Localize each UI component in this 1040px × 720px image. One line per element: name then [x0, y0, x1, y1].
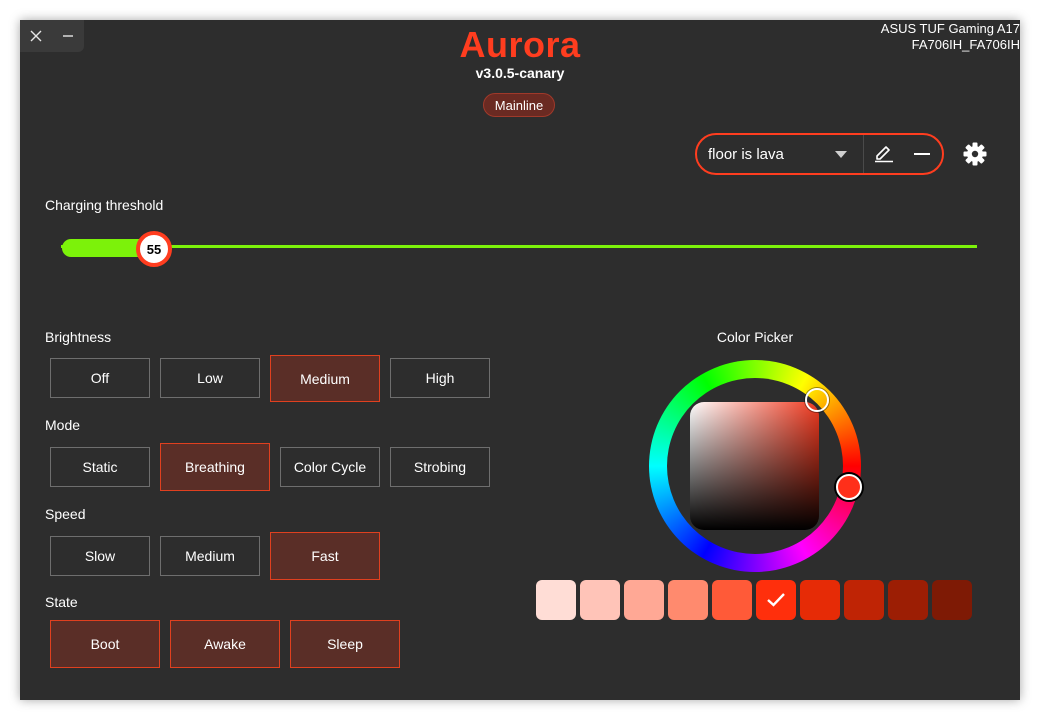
- mode-label: Mode: [45, 417, 81, 433]
- brightness-low-button[interactable]: Low: [160, 358, 260, 398]
- color-swatch[interactable]: [580, 580, 620, 620]
- minus-icon: [914, 153, 930, 155]
- brightness-high-button[interactable]: High: [390, 358, 490, 398]
- color-swatch-selected[interactable]: [756, 580, 796, 620]
- brightness-off-button[interactable]: Off: [50, 358, 150, 398]
- state-sleep-button[interactable]: Sleep: [290, 620, 400, 668]
- mode-strobing-button[interactable]: Strobing: [390, 447, 490, 487]
- speed-slow-button[interactable]: Slow: [50, 536, 150, 576]
- color-swatch[interactable]: [536, 580, 576, 620]
- chevron-down-icon: [835, 151, 847, 158]
- mode-color-cycle-button[interactable]: Color Cycle: [280, 447, 380, 487]
- mode-breathing-button[interactable]: Breathing: [160, 443, 270, 491]
- speed-label: Speed: [45, 506, 86, 522]
- app-title: Aurora: [459, 24, 581, 65]
- saturation-value-box[interactable]: [690, 402, 819, 530]
- brightness-label: Brightness: [45, 329, 112, 345]
- hue-handle[interactable]: [836, 474, 862, 500]
- device-model: ASUS TUF Gaming A17: [880, 21, 1020, 36]
- speed-medium-button[interactable]: Medium: [160, 536, 260, 576]
- color-swatch[interactable]: [712, 580, 752, 620]
- mode-static-button[interactable]: Static: [50, 447, 150, 487]
- color-swatch[interactable]: [668, 580, 708, 620]
- channel-badge[interactable]: Mainline: [483, 93, 555, 117]
- gear-icon: [963, 142, 987, 166]
- device-info: ASUS TUF Gaming A17 FA706IH_FA706IH: [881, 21, 1020, 53]
- state-boot-button[interactable]: Boot: [50, 620, 160, 668]
- charging-slider-track[interactable]: [61, 245, 977, 248]
- profile-selected-value: floor is lava: [708, 145, 784, 163]
- color-picker-label: Color Picker: [716, 329, 794, 345]
- checkmark-icon: [767, 593, 785, 607]
- color-swatch[interactable]: [624, 580, 664, 620]
- color-swatch[interactable]: [844, 580, 884, 620]
- remove-profile-button[interactable]: [905, 138, 939, 170]
- aurora-window: Aurora v3.0.5-canary Mainline ASUS TUF G…: [20, 20, 1020, 700]
- profile-control: floor is lava: [695, 133, 944, 175]
- charging-slider-thumb[interactable]: 55: [136, 231, 172, 267]
- pencil-icon: [875, 146, 893, 163]
- profile-divider: [863, 135, 864, 173]
- color-swatch[interactable]: [932, 580, 972, 620]
- color-swatch[interactable]: [800, 580, 840, 620]
- color-swatch[interactable]: [888, 580, 928, 620]
- device-board: FA706IH_FA706IH: [911, 37, 1020, 52]
- profile-dropdown[interactable]: floor is lava: [697, 135, 863, 173]
- state-awake-button[interactable]: Awake: [170, 620, 280, 668]
- brightness-medium-button[interactable]: Medium: [270, 355, 380, 402]
- edit-profile-button[interactable]: [867, 138, 901, 170]
- app-version: v3.0.5-canary: [475, 65, 565, 81]
- saturation-value-handle[interactable]: [805, 388, 829, 412]
- state-label: State: [45, 594, 78, 610]
- settings-button[interactable]: [961, 140, 989, 168]
- charging-threshold-label: Charging threshold: [45, 197, 164, 213]
- speed-fast-button[interactable]: Fast: [270, 532, 380, 580]
